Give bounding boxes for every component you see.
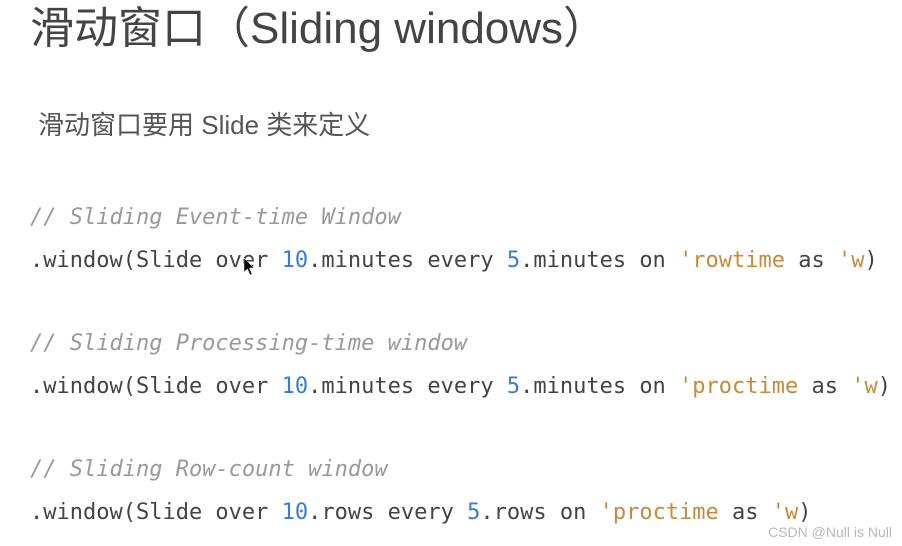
page-title: 滑动窗口（Sliding windows） [30, 0, 872, 57]
page-subtitle: 滑动窗口要用 Slide 类来定义 [38, 105, 872, 142]
code-comment: // Sliding Processing-time window [30, 323, 872, 366]
code-line: .window(Slide over 10.minutes every 5.mi… [30, 366, 872, 409]
code-comment: // Sliding Row-count window [30, 449, 872, 492]
code-block-processing-time: // Sliding Processing-time window .windo… [30, 323, 872, 409]
code-block-row-count: // Sliding Row-count window .window(Slid… [30, 449, 872, 535]
code-line: .window(Slide over 10.rows every 5.rows … [30, 492, 872, 535]
watermark-text: CSDN @Null is Null [768, 524, 892, 540]
code-comment: // Sliding Event-time Window [30, 197, 872, 240]
code-line: .window(Slide over 10.minutes every 5.mi… [30, 240, 872, 283]
code-area: // Sliding Event-time Window .window(Sli… [30, 197, 872, 534]
code-block-event-time: // Sliding Event-time Window .window(Sli… [30, 197, 872, 283]
